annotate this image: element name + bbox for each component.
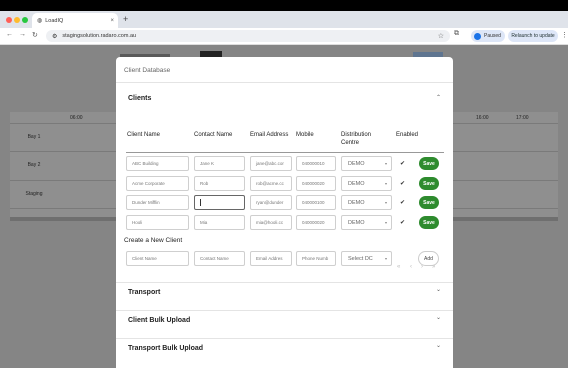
time-header: 06:00 [70, 115, 83, 121]
transport-bulk-upload-heading[interactable]: Transport Bulk Upload [128, 345, 203, 352]
modal-title: Client Database [124, 67, 171, 74]
new-dc-select[interactable]: Select DC ▾ [341, 251, 392, 266]
globe-icon: ◍ [37, 18, 43, 24]
section-divider [116, 282, 453, 283]
forward-icon[interactable]: → [19, 31, 26, 38]
bay-label: Bay 2 [27, 162, 41, 168]
enabled-checkbox[interactable]: ✔ [399, 180, 406, 187]
relaunch-button[interactable]: Relaunch to update [508, 30, 558, 42]
email-input[interactable]: rob@acme.cc [250, 176, 292, 191]
tab-loadiq[interactable]: ◍ LoadIQ × [32, 13, 118, 28]
save-button[interactable]: Save [419, 216, 439, 229]
distribution-centre-select[interactable]: DEMO ▾ [341, 195, 392, 210]
page-viewport: 06:00 16:00 17:00 Bay 1 Bay 2 Staging Cl… [0, 45, 568, 368]
bookmark-star-icon[interactable]: ☆ [438, 32, 444, 40]
column-header-client-name: Client Name [127, 132, 161, 138]
client-name-input[interactable]: Dunder Mifflin [126, 195, 189, 210]
email-input[interactable]: mia@hooli.cc [250, 215, 292, 230]
more-menu-icon[interactable]: ⋮ [561, 31, 568, 39]
paused-label: Paused [484, 33, 501, 39]
section-divider [116, 310, 453, 311]
enabled-checkbox[interactable]: ✔ [399, 219, 406, 226]
contact-name-input[interactable]: Rob [194, 176, 245, 191]
enabled-checkbox[interactable]: ✔ [399, 160, 406, 167]
back-icon[interactable]: ← [6, 31, 13, 38]
contact-name-input[interactable] [194, 195, 245, 210]
mobile-input[interactable]: 040000100 [296, 195, 336, 210]
tab-close-icon[interactable]: × [110, 18, 114, 24]
contact-name-input[interactable]: Jane K [194, 156, 245, 171]
email-input[interactable]: jane@abc.cor [250, 156, 292, 171]
chevron-down-icon: ▾ [384, 161, 387, 166]
column-header-contact-name: Contact Name [194, 132, 233, 138]
distribution-centre-select[interactable]: DEMO ▾ [341, 215, 392, 230]
new-client-name-input[interactable]: Client Name [126, 251, 189, 266]
last-page-icon[interactable]: » [432, 264, 435, 270]
chevron-down-icon[interactable]: ⌄ [436, 314, 441, 321]
enabled-checkbox[interactable]: ✔ [399, 199, 406, 206]
new-contact-name-input[interactable]: Contact Name [194, 251, 245, 266]
bay-label: Bay 1 [27, 134, 41, 140]
create-client-heading: Create a New Client [124, 237, 183, 244]
chevron-down-icon[interactable]: ⌄ [436, 286, 441, 293]
new-tab-button[interactable]: + [123, 14, 128, 24]
extensions-icon[interactable]: ⧉ [454, 30, 459, 38]
mobile-input[interactable]: 040000020 [296, 176, 336, 191]
first-page-icon[interactable]: « [397, 264, 400, 270]
email-input[interactable]: ryan@dunder [250, 195, 292, 210]
client-name-input[interactable]: ABC Building [126, 156, 189, 171]
select-value: DEMO [348, 160, 365, 167]
next-page-icon[interactable]: › [421, 264, 423, 270]
select-value: DEMO [348, 199, 365, 206]
maximize-window-icon[interactable] [22, 17, 28, 23]
address-bar[interactable]: ⚙ stagingsolution.radaro.com.au ☆ [46, 30, 450, 42]
screen-top-bar [0, 0, 568, 11]
column-header-distribution-centre: Distribution Centre [341, 132, 372, 146]
site-info-icon[interactable]: ⚙ [52, 33, 57, 40]
reload-icon[interactable]: ↻ [32, 31, 38, 39]
text-cursor [200, 199, 201, 206]
time-header: 17:00 [516, 115, 529, 121]
save-button[interactable]: Save [419, 196, 439, 209]
url-text: stagingsolution.radaro.com.au [62, 33, 137, 39]
chevron-up-icon[interactable]: ⌃ [436, 94, 441, 101]
modal-header-divider [116, 82, 453, 83]
chevron-down-icon: ▾ [384, 200, 387, 205]
client-name-input[interactable]: Acme Corporate [126, 176, 189, 191]
time-header: 16:00 [476, 115, 489, 121]
chevron-down-icon: ▾ [384, 220, 387, 225]
bay-label: Staging [25, 191, 43, 197]
client-name-input[interactable]: Hooli [126, 215, 189, 230]
close-window-icon[interactable] [6, 17, 12, 23]
mobile-input[interactable]: 040000020 [296, 215, 336, 230]
avatar [474, 32, 481, 40]
chevron-down-icon: ▾ [384, 181, 387, 186]
prev-page-icon[interactable]: ‹ [410, 264, 412, 270]
mobile-input[interactable]: 040000010 [296, 156, 336, 171]
clients-section-heading[interactable]: Clients [128, 95, 151, 102]
column-header-enabled: Enabled [396, 132, 419, 138]
distribution-centre-select[interactable]: DEMO ▾ [341, 176, 392, 191]
chevron-down-icon[interactable]: ⌄ [436, 342, 441, 349]
new-email-input[interactable]: Email Addres [250, 251, 292, 266]
table-header-divider [126, 152, 444, 153]
profile-paused-button[interactable]: Paused [471, 30, 505, 42]
column-header-email: Email Address [250, 132, 289, 138]
contact-name-input[interactable]: Mia [194, 215, 245, 230]
client-bulk-upload-heading[interactable]: Client Bulk Upload [128, 317, 190, 324]
select-value: DEMO [348, 180, 365, 187]
new-phone-input[interactable]: Phone Numb [296, 251, 336, 266]
distribution-centre-select[interactable]: DEMO ▾ [341, 156, 392, 171]
minimize-window-icon[interactable] [14, 17, 20, 23]
column-header-mobile: Mobile [296, 132, 314, 138]
client-database-modal: Client Database Clients ⌃ Client Name Co… [116, 57, 453, 368]
chevron-down-icon: ▾ [384, 256, 387, 261]
save-button[interactable]: Save [419, 177, 439, 190]
select-placeholder: Select DC [348, 255, 373, 262]
transport-section-heading[interactable]: Transport [128, 289, 160, 296]
save-button[interactable]: Save [419, 157, 439, 170]
section-divider [116, 338, 453, 339]
select-value: DEMO [348, 219, 365, 226]
tab-title: LoadIQ [45, 17, 64, 24]
